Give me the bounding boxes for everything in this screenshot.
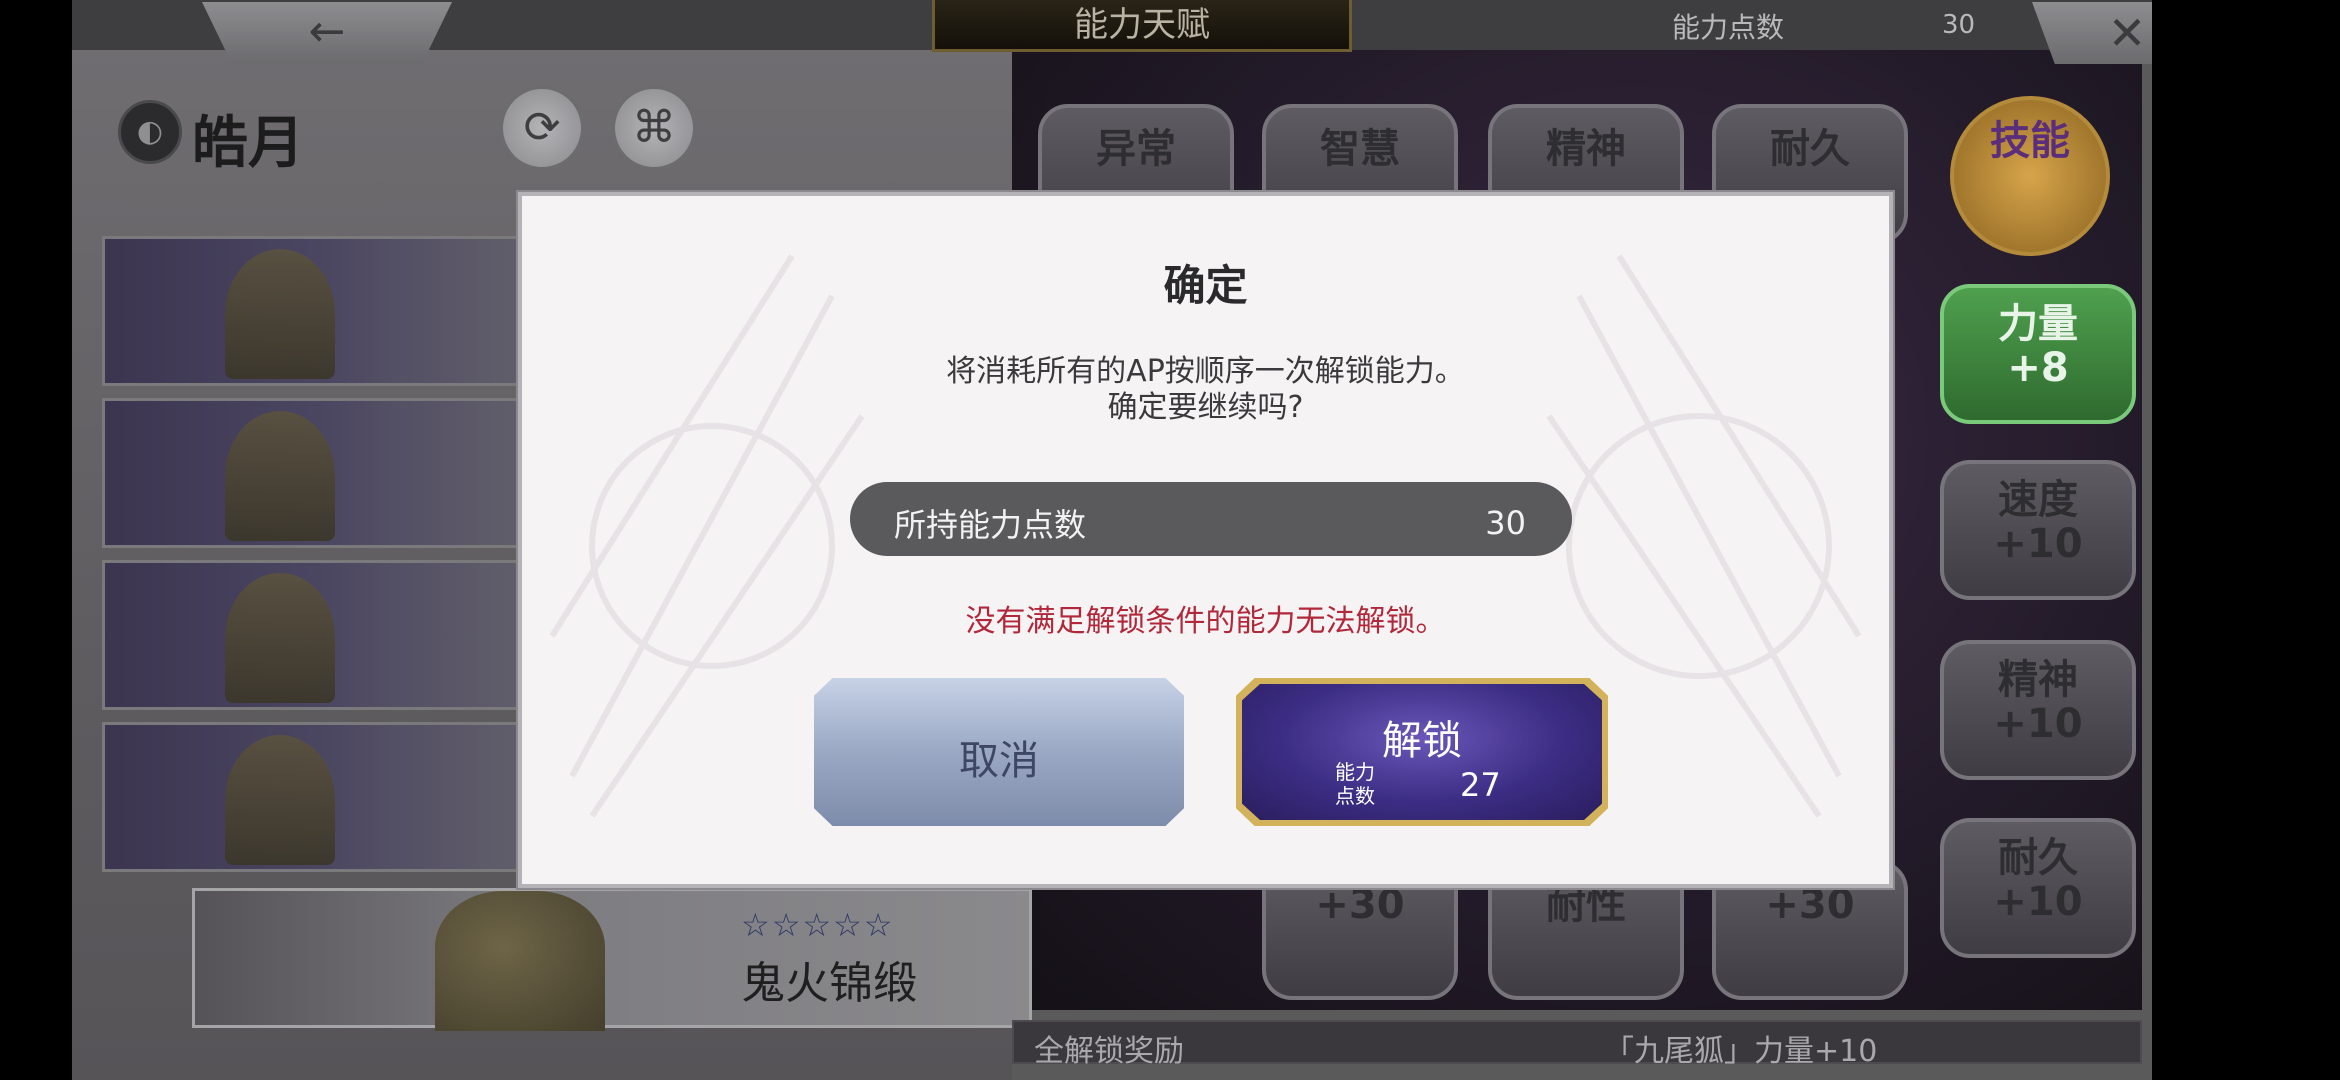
close-icon: ✕ — [2107, 6, 2147, 60]
character-name: 皓月 — [192, 111, 304, 176]
unlock-warning: 没有满足解锁条件的能力无法解锁。 — [965, 604, 1446, 639]
link-icon: ⌘ — [632, 102, 676, 153]
reward-value: 「九尾狐」力量+10 — [1604, 1034, 1878, 1069]
cancel-button[interactable]: 取消 — [814, 678, 1184, 826]
avatar — [225, 249, 335, 379]
link-button[interactable]: ⌘ — [612, 86, 696, 170]
ability-node[interactable]: 耐久 +10 — [1940, 818, 2136, 958]
star-rating: ☆☆☆☆☆ — [741, 906, 895, 944]
unlock-button-label: 解锁 — [1382, 718, 1462, 764]
back-arrow-icon: ← — [308, 6, 346, 57]
page-title: 能力天赋 — [932, 0, 1352, 52]
character-emblem-icon: ◐ — [118, 100, 182, 164]
ability-node[interactable]: 速度 +10 — [1940, 460, 2136, 600]
owned-ap-value: 30 — [1485, 504, 1526, 542]
refresh-icon: ⟳ — [523, 102, 561, 153]
refresh-button[interactable]: ⟳ — [500, 86, 584, 170]
avatar — [225, 573, 335, 703]
unlock-button[interactable]: 解锁 能力 点数 27 — [1236, 678, 1608, 826]
skill-node[interactable]: 技能 — [1950, 96, 2110, 256]
ap-label: 能力点数 — [1672, 11, 1785, 44]
ability-node[interactable]: 精神 +10 — [1940, 640, 2136, 780]
dialog-message-confirm: 确定要继续吗? — [1107, 390, 1304, 425]
avatar — [225, 735, 335, 865]
avatar — [435, 891, 605, 1031]
owned-ap-label: 所持能力点数 — [894, 506, 1087, 544]
unlock-cost-label: 能力 点数 — [1335, 760, 1375, 808]
selected-costume-card[interactable]: ☆☆☆☆☆ 鬼火锦缎 — [192, 888, 1032, 1031]
costume-name: 鬼火锦缎 — [741, 958, 917, 1009]
cancel-button-label: 取消 — [959, 738, 1039, 784]
dialog-title: 确定 — [1163, 261, 1248, 310]
ap-value: 30 — [1942, 10, 1976, 40]
unlock-cost-value: 27 — [1460, 766, 1501, 804]
confirm-dialog: 确定 将消耗所有的AP按顺序一次解锁能力。 确定要继续吗? 所持能力点数 30 … — [518, 192, 1893, 888]
unlock-reward-bar: 全解锁奖励 「九尾狐」力量+10 — [1012, 1020, 2142, 1069]
reward-label: 全解锁奖励 — [1034, 1034, 1184, 1069]
back-button[interactable]: ← — [202, 2, 452, 64]
owned-ap-bar: 所持能力点数 30 — [850, 482, 1572, 556]
ability-node-power[interactable]: 力量 +8 — [1940, 284, 2136, 424]
avatar — [225, 411, 335, 541]
